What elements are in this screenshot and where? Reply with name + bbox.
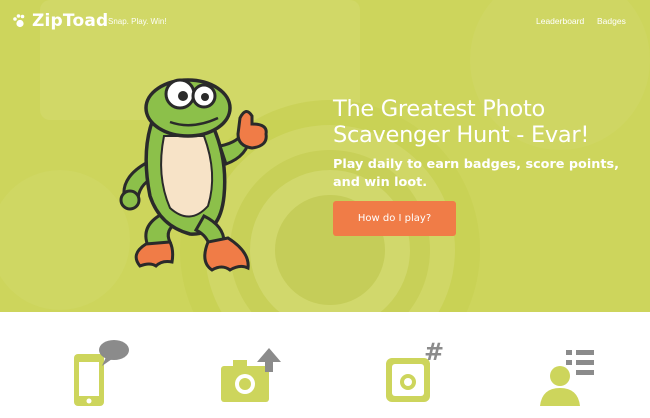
ziptoad-logo[interactable]: ZipToad: [12, 11, 108, 31]
paw-icon: [13, 14, 25, 28]
nav-link-badges[interactable]: Badges: [597, 16, 626, 26]
how-do-i-play-button[interactable]: How do I play?: [333, 201, 456, 236]
svg-text:#: #: [424, 340, 444, 366]
phone-chat-icon: [74, 340, 129, 406]
hero-subhead: Play daily to earn badges, score points,…: [333, 157, 619, 190]
top-nav: ZipToad Snap. Play. Win! Leaderboard Bad…: [0, 0, 650, 44]
user-list-icon: [540, 350, 594, 406]
hero-section: ZipToad Snap. Play. Win! Leaderboard Bad…: [0, 0, 650, 312]
nav-link-leaderboard[interactable]: Leaderboard: [536, 16, 584, 26]
camera-upload-icon: [221, 348, 281, 402]
frog-mascot: [119, 78, 268, 272]
hero-headline: The Greatest Photo Scavenger Hunt - Evar…: [333, 96, 590, 148]
tagline: Snap. Play. Win!: [108, 17, 167, 26]
logo-text: ZipToad: [32, 11, 109, 31]
instagram-hashtag-icon: #: [386, 340, 444, 402]
